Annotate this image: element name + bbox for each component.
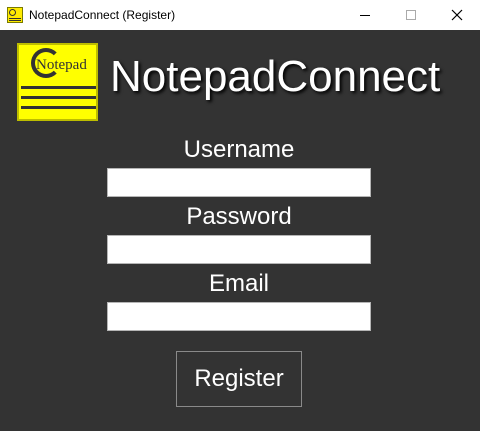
app-icon: [7, 7, 23, 23]
password-input[interactable]: [107, 235, 371, 264]
username-label: Username: [183, 136, 295, 163]
minimize-button[interactable]: [342, 0, 388, 30]
email-input[interactable]: [107, 302, 371, 331]
username-input[interactable]: [107, 168, 371, 197]
register-window: NotepadConnect (Register) Notepad Notepa…: [0, 0, 480, 431]
logo-word: Notepad: [36, 57, 87, 73]
password-label: Password: [186, 203, 292, 230]
notepad-logo: Notepad: [17, 43, 98, 121]
maximize-icon: [406, 10, 416, 20]
title-bar[interactable]: NotepadConnect (Register): [0, 0, 480, 30]
app-title: NotepadConnect: [110, 52, 441, 101]
maximize-button[interactable]: [388, 0, 434, 30]
close-button[interactable]: [434, 0, 480, 30]
close-icon: [451, 9, 463, 21]
window-title: NotepadConnect (Register): [29, 8, 176, 22]
register-button[interactable]: Register: [176, 351, 302, 407]
minimize-icon: [360, 14, 370, 16]
email-label: Email: [208, 270, 269, 297]
